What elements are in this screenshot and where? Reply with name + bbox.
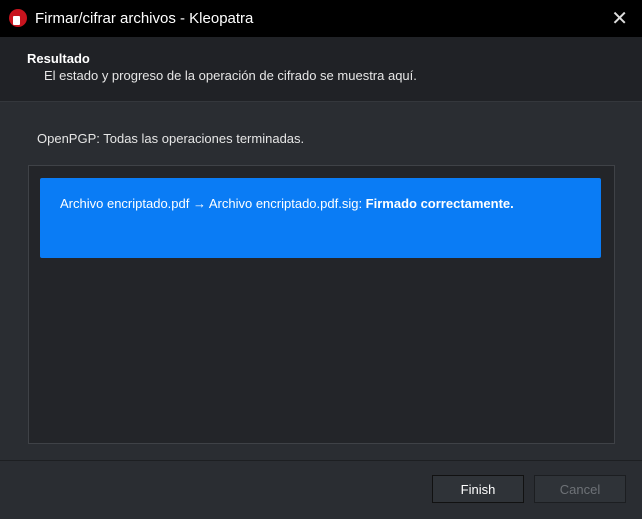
result-item: Archivo encriptado.pdf → Archivo encript…: [40, 178, 601, 258]
result-status: Firmado correctamente.: [365, 196, 514, 211]
result-text: Archivo encriptado.pdf → Archivo encript…: [60, 196, 366, 211]
close-icon[interactable]: ✕: [611, 6, 628, 31]
status-text: OpenPGP: Todas las operaciones terminada…: [37, 131, 305, 146]
kleopatra-logo-icon: [9, 9, 27, 27]
results-list: Archivo encriptado.pdf → Archivo encript…: [28, 165, 615, 444]
divider: [0, 460, 642, 461]
title-bar: Firmar/cifrar archivos - Kleopatra ✕: [0, 0, 642, 37]
cancel-button[interactable]: Cancel: [534, 475, 626, 503]
finish-button[interactable]: Finish: [432, 475, 524, 503]
page-title: Resultado: [27, 51, 90, 66]
window-title: Firmar/cifrar archivos - Kleopatra: [35, 10, 254, 27]
wizard-header: Resultado El estado y progreso de la ope…: [0, 37, 642, 102]
page-subtitle: El estado y progreso de la operación de …: [44, 68, 417, 83]
